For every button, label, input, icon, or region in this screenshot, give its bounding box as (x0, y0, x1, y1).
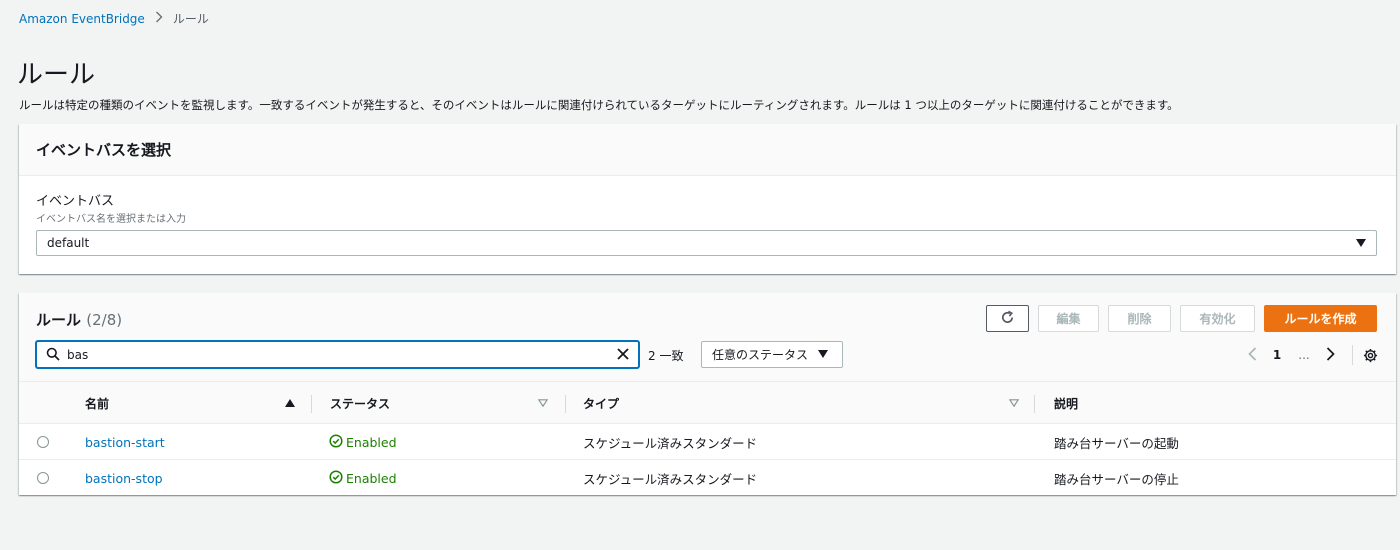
column-header-name[interactable]: 名前 (85, 382, 305, 425)
chevron-right-icon[interactable] (1318, 346, 1342, 364)
close-icon[interactable] (616, 347, 630, 365)
event-bus-label: イベントバス (36, 194, 115, 209)
column-header-description-label: 説明 (1054, 397, 1079, 411)
column-divider[interactable] (1034, 395, 1035, 413)
column-header-type-label: タイプ (583, 397, 620, 411)
match-count: 2 一致 (648, 349, 684, 363)
breadcrumb: Amazon EventBridge ルール (19, 10, 209, 27)
pagination-divider (1352, 345, 1353, 365)
event-bus-description: イベントバス名を選択または入力 (36, 214, 186, 225)
sort-ascending-icon (285, 397, 295, 410)
column-header-name-label: 名前 (85, 397, 110, 411)
status-text: Enabled (346, 470, 397, 486)
chevron-left-icon[interactable] (1240, 346, 1264, 364)
status-text: Enabled (346, 434, 397, 450)
column-header-status[interactable]: ステータス (330, 382, 570, 425)
settings-icon[interactable] (1363, 348, 1378, 363)
check-circle-icon (329, 469, 343, 487)
chevron-right-icon (155, 11, 163, 27)
event-bus-select[interactable]: default (36, 230, 1377, 256)
column-divider[interactable] (311, 395, 312, 413)
pagination: 1 ... (1240, 343, 1378, 367)
table-row[interactable]: bastion-stop Enabled スケジュール済みスタンダード 踏み台サ… (19, 460, 1396, 496)
sort-descending-icon (1008, 397, 1020, 410)
caret-down-icon (818, 348, 829, 361)
type-cell: スケジュール済みスタンダード (583, 435, 758, 451)
table-row[interactable]: bastion-start Enabled スケジュール済みスタンダード 踏み台… (19, 424, 1396, 460)
page-title: ルール (17, 60, 96, 90)
rule-name-link[interactable]: bastion-start (85, 424, 165, 460)
event-bus-panel-title: イベントバスを選択 (36, 141, 172, 159)
description-cell: 踏み台サーバーの起動 (1054, 435, 1179, 451)
event-bus-selected-value: default (47, 236, 90, 250)
status-filter-select[interactable]: 任意のステータス (701, 341, 843, 368)
breadcrumb-link-eventbridge[interactable]: Amazon EventBridge (19, 12, 145, 26)
page-description: ルールは特定の種類のイベントを監視します。一致するイベントが発生すると、そのイベ… (19, 98, 1179, 112)
check-circle-icon (329, 433, 343, 451)
column-header-description[interactable]: 説明 (1054, 382, 1354, 425)
table-header-row: 名前 ステータス タイプ 説明 (19, 381, 1396, 424)
rules-heading: ルール (2/8) (36, 309, 122, 330)
column-header-status-label: ステータス (330, 397, 391, 411)
rule-name-link[interactable]: bastion-stop (85, 460, 163, 496)
status-filter-value: 任意のステータス (712, 348, 809, 362)
event-bus-panel-header: イベントバスを選択 (19, 124, 1396, 176)
rules-table-panel: ルール (2/8) 編集 削除 有効化 ルールを作成 2 一致 任意のステータス (19, 293, 1396, 495)
rules-count: (2/8) (86, 311, 123, 329)
type-cell: スケジュール済みスタンダード (583, 471, 758, 487)
create-rule-button[interactable]: ルールを作成 (1264, 305, 1377, 332)
column-divider[interactable] (565, 395, 566, 413)
row-radio[interactable] (37, 472, 49, 484)
breadcrumb-current: ルール (172, 12, 209, 26)
search-input[interactable] (67, 345, 607, 365)
event-bus-panel: イベントバスを選択 イベントバス イベントバス名を選択または入力 default (19, 124, 1396, 274)
search-icon (46, 347, 60, 365)
delete-button[interactable]: 削除 (1108, 305, 1171, 332)
enable-button[interactable]: 有効化 (1180, 305, 1255, 332)
refresh-button[interactable] (986, 305, 1029, 332)
sort-descending-icon (537, 397, 549, 410)
description-cell: 踏み台サーバーの停止 (1054, 471, 1179, 487)
pagination-ellipsis: ... (1298, 348, 1310, 362)
column-header-type[interactable]: タイプ (583, 382, 1043, 425)
rules-search (36, 341, 639, 368)
caret-down-icon (1356, 237, 1366, 250)
page-number[interactable]: 1 (1264, 348, 1290, 362)
status-cell: Enabled (329, 424, 397, 460)
status-cell: Enabled (329, 460, 397, 496)
row-radio[interactable] (37, 436, 49, 448)
refresh-icon (1000, 310, 1015, 328)
page: Amazon EventBridge ルール ルール ルールは特定の種類のイベン… (0, 0, 1400, 550)
rules-title: ルール (36, 311, 82, 329)
edit-button[interactable]: 編集 (1038, 305, 1099, 332)
